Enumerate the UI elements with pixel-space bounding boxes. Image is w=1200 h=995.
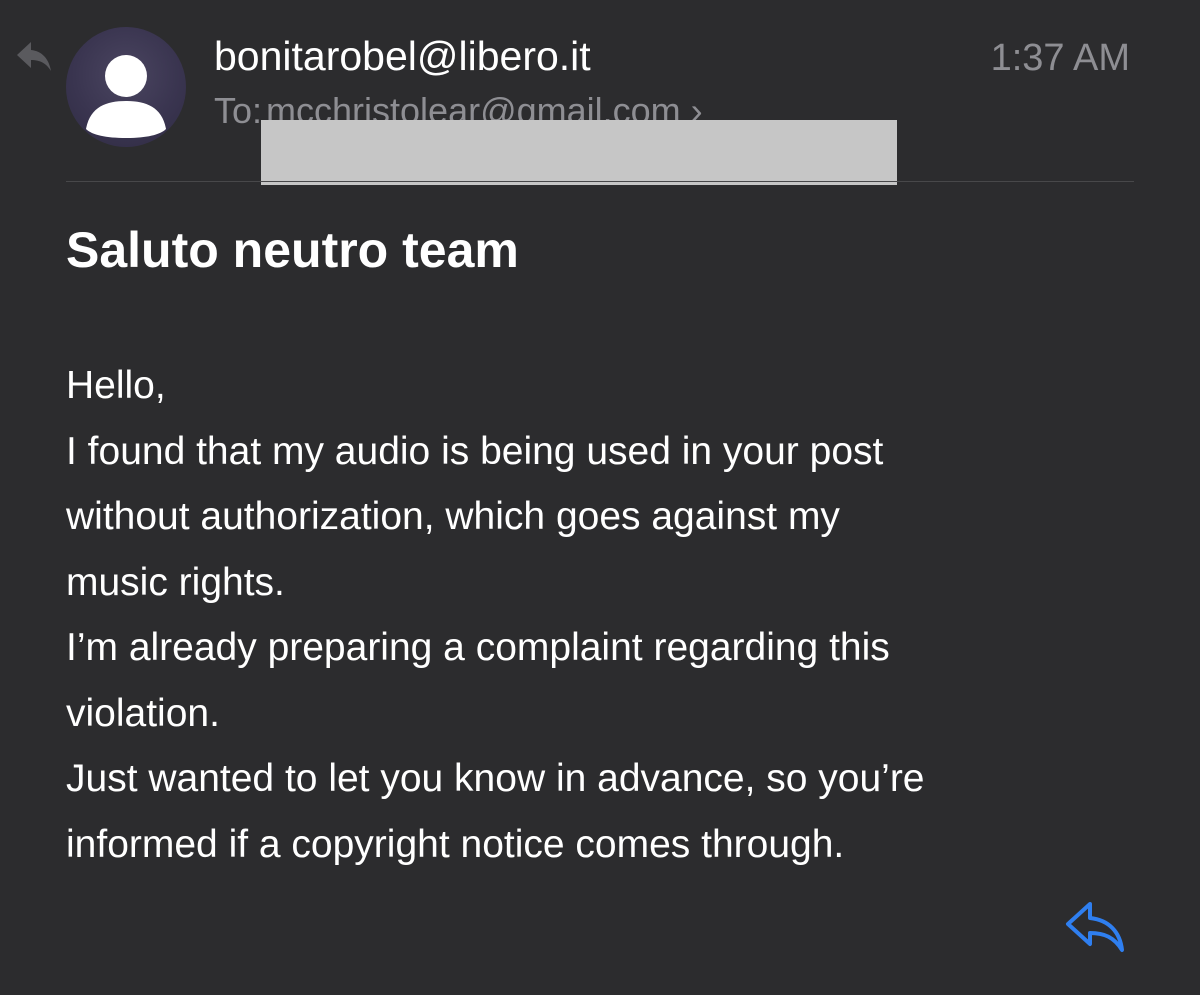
body-line: Hello, bbox=[66, 364, 166, 407]
sender-avatar[interactable] bbox=[66, 27, 186, 147]
reply-button[interactable] bbox=[1062, 898, 1130, 956]
body-line: Just wanted to let you know in advance, … bbox=[66, 757, 925, 800]
message-time: 1:37 AM bbox=[990, 37, 1130, 79]
header-divider bbox=[66, 181, 1134, 182]
body-line: I found that my audio is being used in y… bbox=[66, 429, 884, 473]
body-line: informed if a copyright notice comes thr… bbox=[66, 822, 845, 866]
replied-indicator-icon bbox=[14, 36, 54, 76]
to-label: To: bbox=[214, 90, 263, 131]
reply-arrow-icon bbox=[1066, 902, 1124, 952]
body-line: violation. bbox=[66, 691, 220, 735]
message-body: Hello, I found that my audio is being us… bbox=[66, 353, 1146, 877]
body-line: I’m already preparing a complaint regard… bbox=[66, 626, 890, 669]
body-line: music rights. bbox=[66, 560, 285, 604]
redaction-box bbox=[261, 120, 897, 185]
message-subject: Saluto neutro team bbox=[66, 222, 519, 278]
sender-address[interactable]: bonitarobel@libero.it bbox=[214, 30, 591, 82]
body-line: without authorization, which goes agains… bbox=[66, 495, 840, 538]
mail-message-view: bonitarobel@libero.it 1:37 AM To: mcchris… bbox=[0, 0, 1200, 995]
person-silhouette-icon bbox=[86, 55, 166, 138]
